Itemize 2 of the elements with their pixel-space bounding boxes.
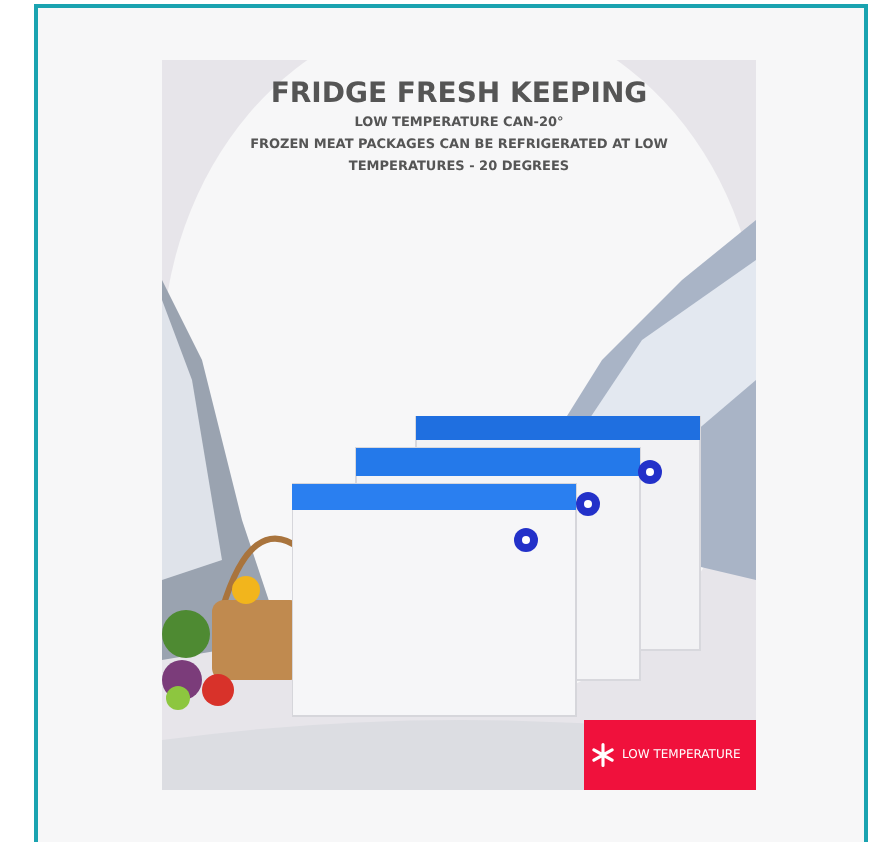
- graphic-title: FRIDGE FRESH KEEPING: [270, 76, 648, 112]
- snowflake-icon: [590, 742, 616, 768]
